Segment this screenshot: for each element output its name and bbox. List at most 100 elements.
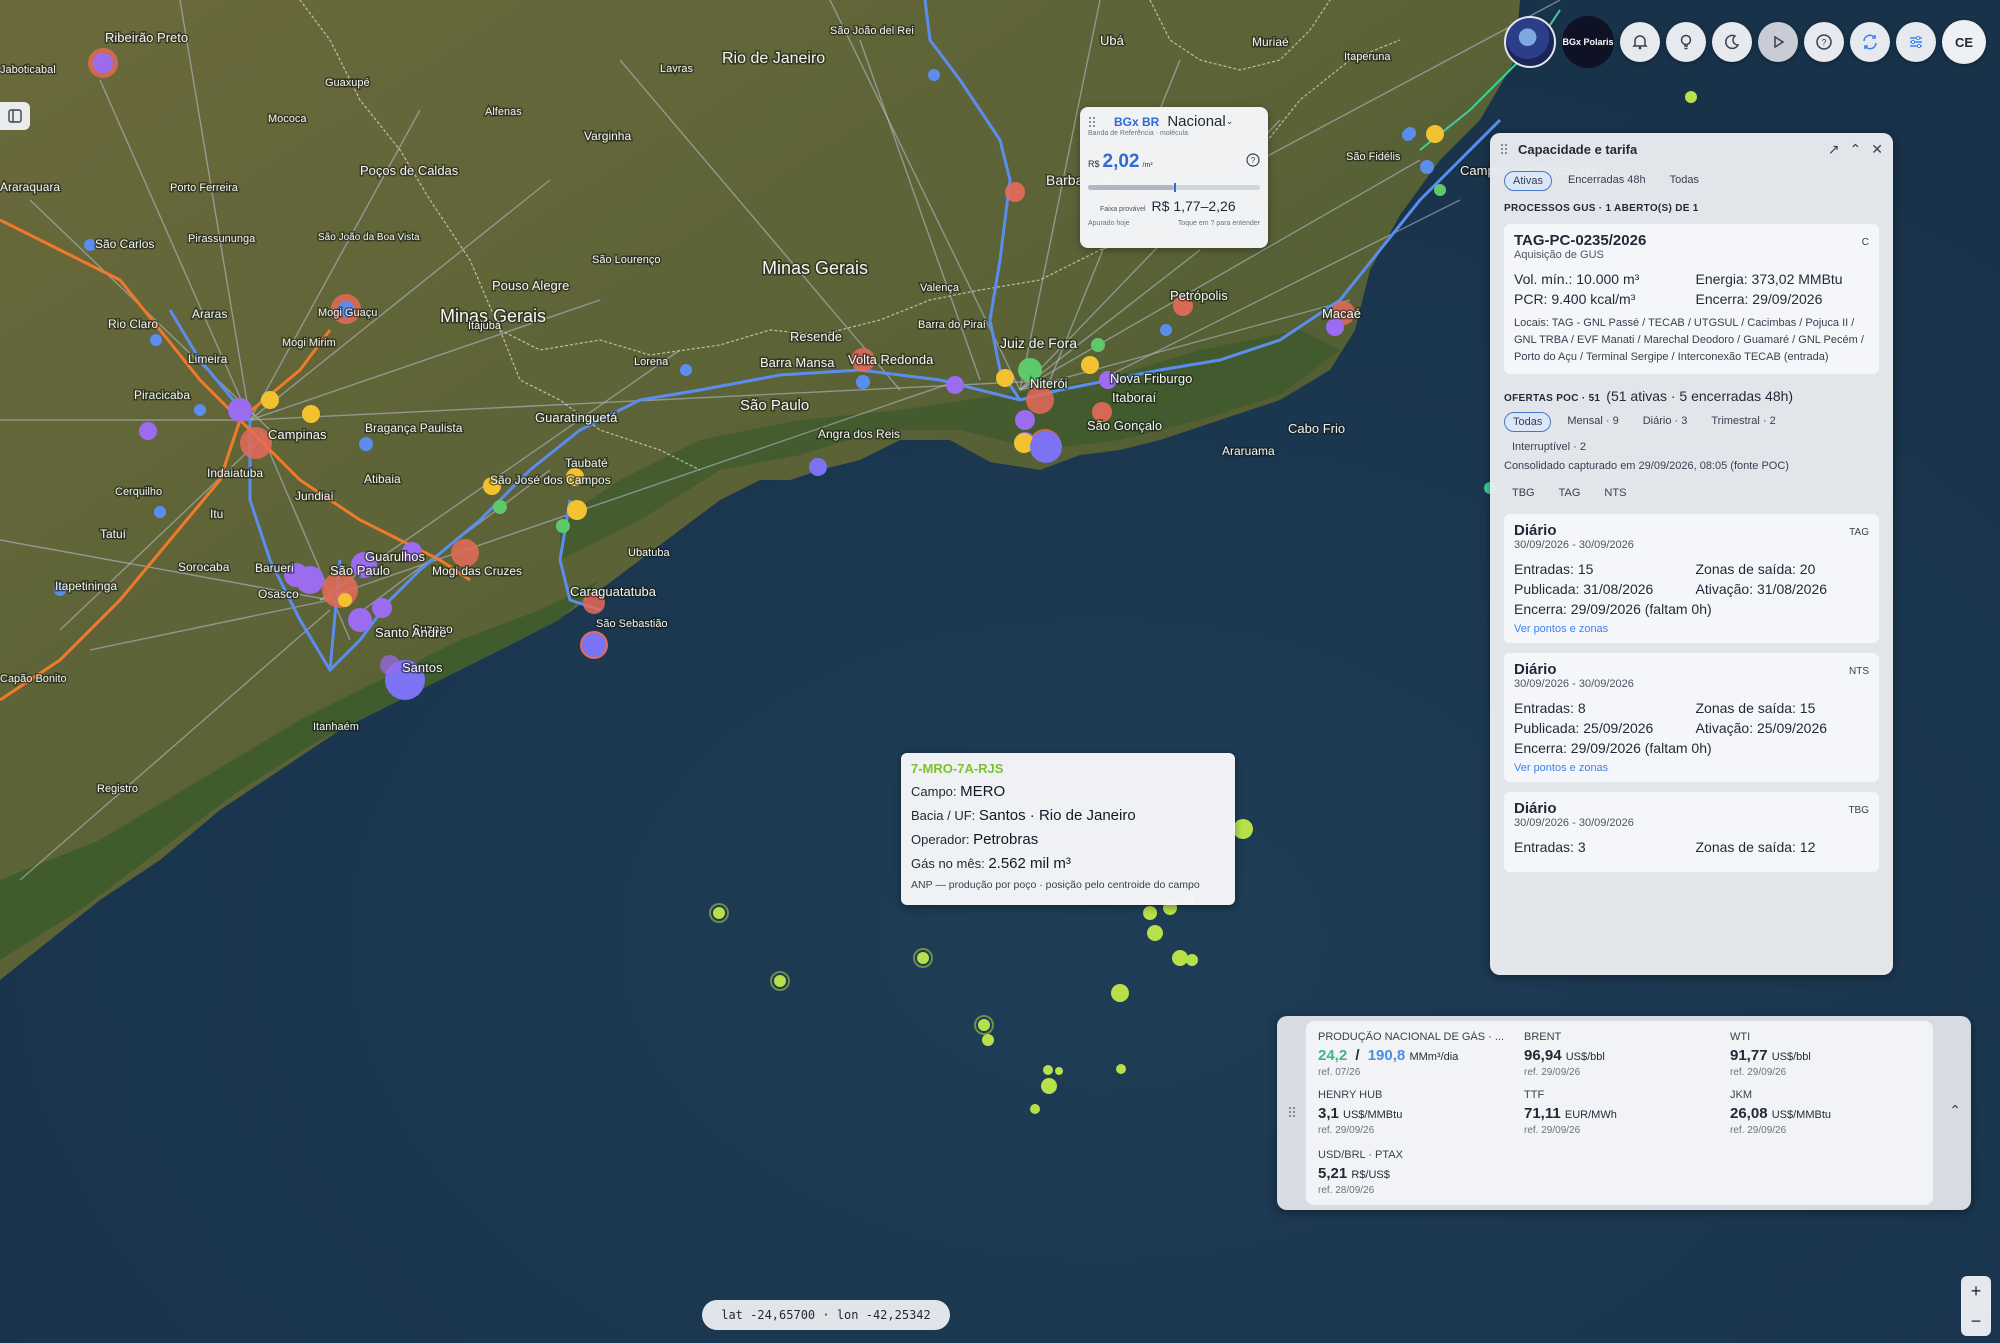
indicator-label: HENRY HUB: [1318, 1089, 1383, 1101]
offer-card[interactable]: Diário TAG 30/09/2026 - 30/09/2026 Entra…: [1504, 514, 1879, 644]
offer-encerra: Encerra: 29/09/2026 (faltam 0h): [1514, 601, 1712, 618]
drag-handle-icon[interactable]: [1500, 143, 1508, 155]
chevron-up-icon[interactable]: ⌃: [1850, 141, 1862, 158]
indicator-ref: ref. 29/09/26: [1524, 1125, 1581, 1136]
notifications-button[interactable]: [1620, 22, 1660, 62]
offer-card[interactable]: Diário TBG 30/09/2026 - 30/09/2026 Entra…: [1504, 792, 1879, 873]
map-city-label: Bragança Paulista: [365, 421, 463, 435]
map-city-label: Araraquara: [0, 180, 60, 194]
map-city-label: Araruama: [1222, 444, 1275, 458]
poc-filter-mensal[interactable]: Mensal · 9: [1559, 412, 1626, 432]
tab-encerradas-48h[interactable]: Encerradas 48h: [1560, 171, 1654, 191]
operador-value: Petrobras: [973, 831, 1039, 848]
map-city-label: Itajubá: [468, 320, 502, 332]
lightbulb-icon: [1680, 34, 1692, 50]
map-city-label: Varginha: [584, 129, 631, 143]
tooltip-note: ANP — produção por poço · posição pelo c…: [911, 879, 1200, 891]
region-select[interactable]: Nacional ⌄: [1167, 113, 1239, 130]
poc-filter-trimestral[interactable]: Trimestral · 2: [1703, 412, 1783, 432]
process-subtitle: Aquisição de GUS: [1514, 249, 1604, 261]
offer-title: Diário: [1514, 522, 1557, 540]
bgx-footer-right: Toque em ? para entender: [1177, 220, 1260, 227]
tips-button[interactable]: [1666, 22, 1706, 62]
bgx-price-widget: BGx BR Nacional ⌄ Banda de Referência · m…: [1080, 107, 1268, 248]
sidebar-icon: [8, 109, 22, 123]
map-city-label: Jundiaí: [295, 489, 334, 503]
tab-todas[interactable]: Todas: [1662, 171, 1707, 191]
map-city-label: Mogi das Cruzes: [432, 564, 522, 578]
close-icon[interactable]: ✕: [1871, 141, 1883, 158]
offer-card[interactable]: Diário NTS 30/09/2026 - 30/09/2026 Entra…: [1504, 653, 1879, 783]
help-icon[interactable]: ?: [1246, 153, 1260, 167]
map-city-label: Barueri: [255, 561, 294, 575]
map-city-label: São João del Rei: [830, 25, 914, 37]
tab-ativas[interactable]: Ativas: [1504, 171, 1552, 191]
indicator-ref: ref. 28/09/26: [1318, 1185, 1375, 1196]
external-link-icon[interactable]: ↗: [1828, 141, 1840, 158]
operator-filter: TBG TAG NTS: [1504, 484, 1879, 502]
play-icon: [1774, 35, 1785, 49]
operator-tag[interactable]: TAG: [1551, 484, 1589, 502]
market-indicators-widget: ⌃ PRODUÇÃO NACIONAL DE GÁS · ... 24,2 / …: [1277, 1016, 1971, 1210]
poc-filter-diario[interactable]: Diário · 3: [1635, 412, 1696, 432]
indicator-ref: ref. 29/09/26: [1318, 1125, 1375, 1136]
operador-label: Operador:: [911, 832, 970, 847]
brent-indicator: BRENT 96,94 US$/bbl ref. 29/09/26: [1524, 1031, 1730, 1089]
refresh-button[interactable]: [1850, 22, 1890, 62]
mascot-avatar[interactable]: [1504, 16, 1556, 68]
indicator-label: USD/BRL · PTAX: [1318, 1149, 1403, 1161]
panel-title: Capacidade e tarifa: [1518, 141, 1638, 157]
chevron-up-icon[interactable]: ⌃: [1949, 1102, 1961, 1119]
map-city-label: Indaiatuba: [207, 466, 263, 480]
map-city-label: São Fidélis: [1346, 151, 1401, 163]
layers-panel-toggle[interactable]: [0, 102, 30, 130]
offer-details-link[interactable]: Ver pontos e zonas: [1514, 623, 1869, 635]
price-unit: /m³: [1142, 162, 1153, 169]
range-bar-fill: [1088, 185, 1174, 190]
bacia-value: Santos · Rio de Janeiro: [978, 807, 1136, 824]
drag-handle-icon[interactable]: [1288, 1106, 1296, 1118]
gas-value: 2.562 mil m³: [988, 855, 1071, 872]
moon-icon: [1725, 34, 1740, 50]
drag-handle-icon[interactable]: [1088, 116, 1096, 128]
region-select-value: Nacional: [1167, 113, 1226, 130]
poc-filter-interruptivel[interactable]: Interruptível · 2: [1504, 438, 1594, 456]
zoom-out-button[interactable]: −: [1971, 1311, 1982, 1332]
brand-label: BGx Polaris: [1562, 37, 1614, 47]
offer-details-link[interactable]: Ver pontos e zonas: [1514, 762, 1869, 774]
map-city-label: Ubá: [1100, 33, 1125, 48]
consolidated-note: Consolidado capturado em 29/09/2026, 08:…: [1504, 460, 1789, 473]
map-city-label: Sorocaba: [178, 560, 230, 574]
help-button[interactable]: ?: [1804, 22, 1844, 62]
indicator-value: 91,77: [1730, 1047, 1768, 1064]
filters-button[interactable]: [1896, 22, 1936, 62]
indicator-unit: US$/MMBtu: [1343, 1109, 1403, 1121]
operator-nts[interactable]: NTS: [1596, 484, 1634, 502]
bell-icon: [1632, 35, 1648, 50]
poc-section-title: OFERTAS POC · 51: [1504, 393, 1601, 405]
production-value-b: 190,8: [1367, 1047, 1406, 1064]
indicator-label: JKM: [1730, 1089, 1752, 1101]
map-city-label: Araras: [192, 307, 227, 321]
theme-toggle-button[interactable]: [1712, 22, 1752, 62]
map-city-label: Resende: [790, 329, 842, 344]
operator-tbg[interactable]: TBG: [1504, 484, 1543, 502]
map-city-label: São Carlos: [95, 237, 154, 251]
offer-publicada: Publicada: 25/09/2026: [1514, 720, 1654, 737]
map-city-label: São José dos Campos: [490, 473, 611, 487]
gas-label: Gás no mês:: [911, 856, 985, 871]
ttf-indicator: TTF 71,11 EUR/MWh ref. 29/09/26: [1524, 1089, 1730, 1149]
campo-value: MERO: [960, 783, 1006, 800]
user-menu-button[interactable]: CE: [1942, 20, 1986, 64]
svg-text:?: ?: [1821, 38, 1826, 48]
map-city-label: Mogi Mirim: [282, 337, 336, 349]
brand-logo[interactable]: BGx Polaris: [1562, 16, 1614, 68]
poc-filter-todas[interactable]: Todas: [1504, 412, 1552, 433]
gas-production-indicator: PRODUÇÃO NACIONAL DE GÁS · ... 24,2 / 19…: [1318, 1031, 1524, 1089]
play-button[interactable]: [1758, 22, 1798, 62]
range-bar: [1088, 183, 1260, 192]
map-city-label: Minas Gerais: [762, 258, 868, 278]
gus-process-card[interactable]: TAG-PC-0235/2026 C Aquisição de GUS Vol.…: [1504, 224, 1879, 375]
map-city-label: Tatuí: [100, 527, 127, 541]
zoom-in-button[interactable]: +: [1971, 1281, 1982, 1302]
